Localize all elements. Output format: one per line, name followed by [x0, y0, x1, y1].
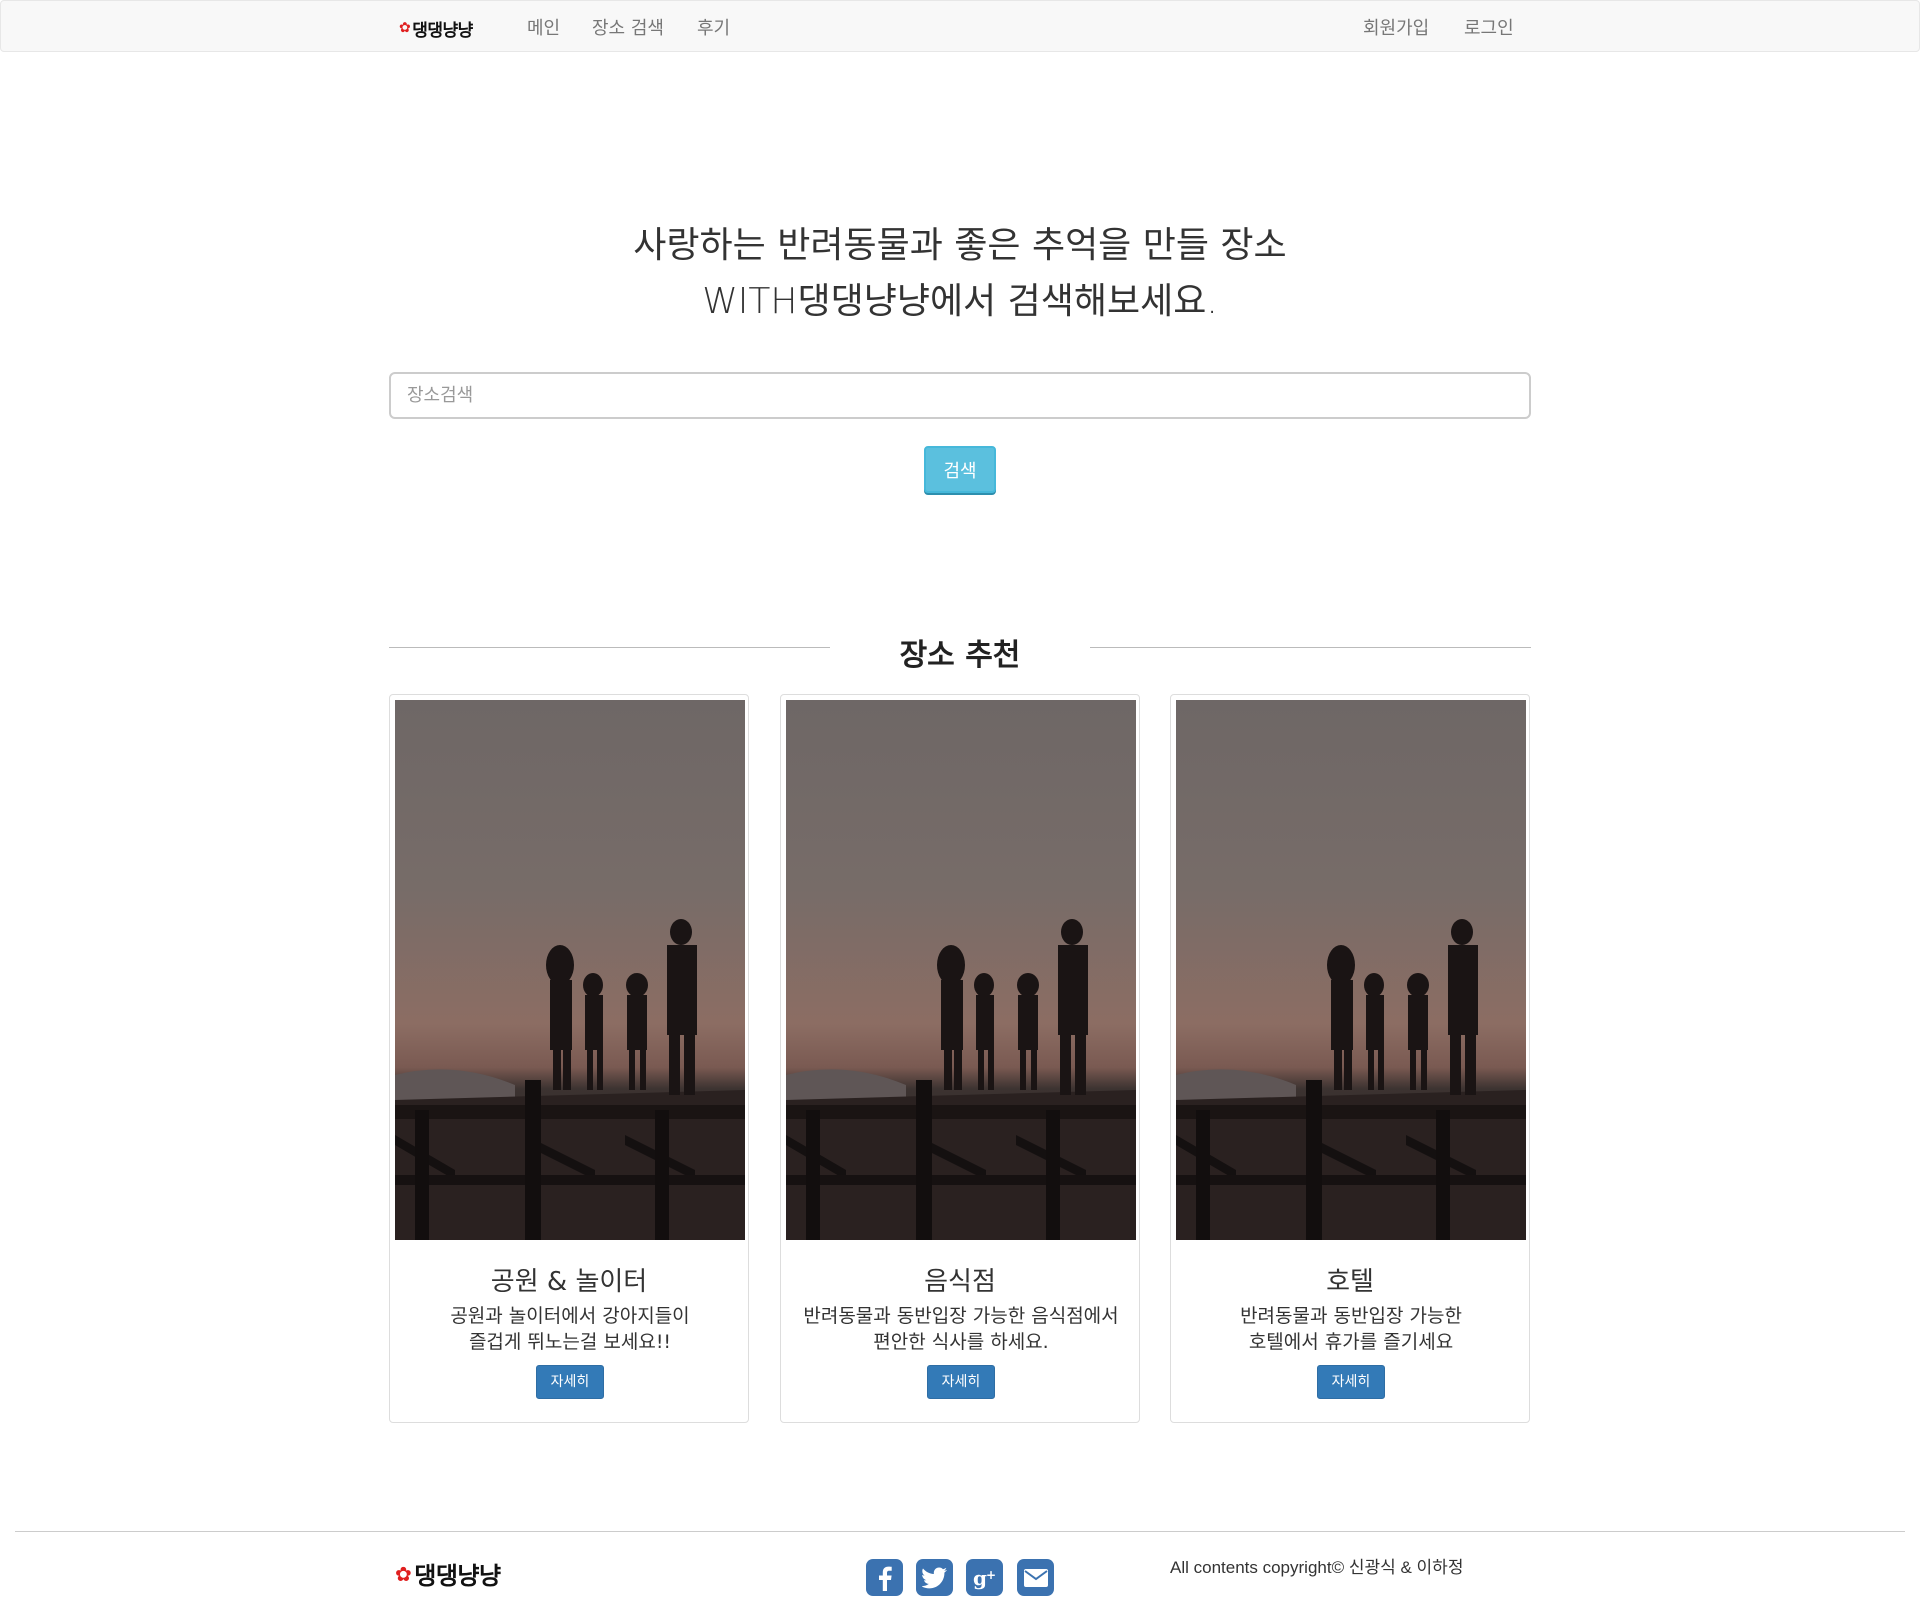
card-description: 반려동물과 동반입장 가능한 호텔에서 휴가를 즐기세요 — [1181, 1303, 1521, 1355]
card-detail-button[interactable]: 자세히 — [1317, 1365, 1385, 1399]
card-desc-line-2: 호텔에서 휴가를 즐기세요 — [1248, 1331, 1454, 1353]
footer-brand-name: 댕댕냥냥 — [414, 1562, 501, 1590]
paw-icon: ✿ — [399, 20, 411, 36]
card-description: 공원과 놀이터에서 강아지들이 즐겁게 뛰노는걸 보세요!! — [400, 1303, 740, 1355]
nav-place-search[interactable]: 장소 검색 — [592, 14, 664, 40]
navbar: ✿ 댕댕냥냥 메인 장소 검색 후기 회원가입 로그인 — [0, 0, 1920, 52]
card-park: 공원 & 놀이터 공원과 놀이터에서 강아지들이 즐겁게 뛰노는걸 보세요!! … — [389, 694, 749, 1423]
hero: 사랑하는 반려동물과 좋은 추억을 만들 장소 WITH댕댕냥냥에서 검색해보세… — [0, 218, 1920, 330]
card-hotel: 호텔 반려동물과 동반입장 가능한 호텔에서 휴가를 즐기세요 자세히 — [1170, 694, 1530, 1423]
card-detail-button[interactable]: 자세히 — [927, 1365, 995, 1399]
card-title: 음식점 — [924, 1267, 996, 1297]
section-divider-right — [1090, 647, 1531, 648]
twitter-icon[interactable] — [916, 1559, 953, 1596]
google-plus-icon[interactable]: g + — [966, 1559, 1003, 1596]
hero-line-1: 사랑하는 반려동물과 좋은 추억을 만들 장소 — [633, 225, 1287, 266]
search-button[interactable]: 검색 — [924, 446, 996, 493]
place-search-input[interactable] — [389, 372, 1531, 419]
copyright-text: All contents copyright© 신광식 & 이하정 — [1170, 1558, 1464, 1577]
svg-text:+: + — [986, 1568, 996, 1582]
card-desc-line-2: 즐겁게 뛰노는걸 보세요!! — [468, 1331, 672, 1353]
email-icon[interactable] — [1017, 1559, 1054, 1596]
card-title: 호텔 — [1326, 1267, 1374, 1297]
card-desc-line-1: 반려동물과 동반입장 가능한 음식점에서 — [803, 1305, 1119, 1327]
card-image — [786, 700, 1136, 1240]
facebook-icon[interactable] — [866, 1559, 903, 1596]
card-desc-line-1: 공원과 놀이터에서 강아지들이 — [450, 1305, 690, 1327]
nav-main[interactable]: 메인 — [527, 14, 560, 40]
brand-name: 댕댕냥냥 — [412, 20, 473, 41]
card-detail-button[interactable]: 자세히 — [536, 1365, 604, 1399]
footer-logo: ✿ 댕댕냥냥 — [395, 1556, 501, 1591]
card-title: 공원 & 놀이터 — [490, 1267, 648, 1297]
card-image — [1176, 700, 1526, 1240]
svg-text:g: g — [973, 1566, 987, 1590]
card-desc-line-1: 반려동물과 동반입장 가능한 — [1240, 1305, 1462, 1327]
card-image — [395, 700, 745, 1240]
footer-divider — [15, 1531, 1905, 1532]
nav-signup[interactable]: 회원가입 — [1363, 14, 1429, 40]
brand-logo[interactable]: ✿ 댕댕냥냥 — [399, 17, 473, 41]
section-divider-left — [389, 647, 830, 648]
section-title: 장소 추천 — [899, 638, 1021, 673]
nav-login[interactable]: 로그인 — [1464, 14, 1514, 40]
card-description: 반려동물과 동반입장 가능한 음식점에서 편안한 식사를 하세요. — [791, 1303, 1131, 1355]
nav-reviews[interactable]: 후기 — [697, 14, 730, 40]
card-restaurant: 음식점 반려동물과 동반입장 가능한 음식점에서 편안한 식사를 하세요. 자세… — [780, 694, 1140, 1423]
hero-line-2: WITH댕댕냥냥에서 검색해보세요. — [702, 281, 1218, 322]
card-desc-line-2: 편안한 식사를 하세요. — [873, 1331, 1049, 1353]
paw-icon: ✿ — [395, 1561, 412, 1586]
